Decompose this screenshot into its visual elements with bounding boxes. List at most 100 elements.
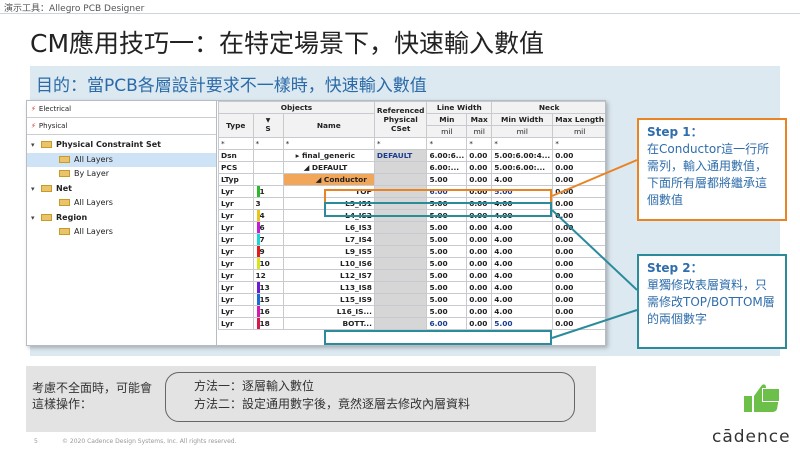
cell-lw-max[interactable]: 0.00 bbox=[466, 173, 493, 186]
grid-row[interactable]: Lyr 10 L10_IS6 5.00 0.00 4.00 0.00 bbox=[218, 257, 605, 270]
grid-row[interactable]: Lyr 6 L6_IS3 5.00 0.00 4.00 0.00 bbox=[218, 221, 605, 234]
cell-neck-max[interactable]: 0.00 bbox=[552, 173, 605, 186]
cell-lw-min[interactable]: 5.00 bbox=[426, 257, 468, 270]
grid-row[interactable]: Lyr 15 L15_IS9 5.00 0.00 4.00 0.00 bbox=[218, 293, 605, 306]
col-header-name[interactable]: Name bbox=[282, 113, 375, 138]
tree-item[interactable]: ▾ Net bbox=[27, 182, 216, 197]
cell-lw-min[interactable]: 5.00 bbox=[426, 305, 468, 318]
cell-neck-min[interactable]: 4.00 bbox=[491, 305, 554, 318]
col-header-lw-min[interactable]: Min bbox=[426, 113, 468, 126]
cell-lw-min[interactable]: 6.00 bbox=[426, 185, 468, 198]
cell-neck-min[interactable]: 5.00:6.00:... bbox=[491, 161, 554, 174]
filter-cell[interactable]: * bbox=[466, 137, 493, 150]
cell-lw-max[interactable]: 0.00 bbox=[466, 245, 493, 258]
tree-expander-icon[interactable]: ▸ bbox=[286, 151, 302, 160]
cell-neck-max[interactable]: 0.00 bbox=[552, 305, 605, 318]
cell-lw-max[interactable]: 0.00 bbox=[466, 293, 493, 306]
filter-row[interactable]: * * * * * * * * bbox=[218, 137, 605, 150]
cell-neck-min[interactable]: 5.00 bbox=[491, 317, 554, 330]
cell-lw-max[interactable]: 0.00 bbox=[466, 269, 493, 282]
filter-cell[interactable]: * bbox=[426, 137, 468, 150]
tab-electrical[interactable]: ⚡ Electrical bbox=[27, 101, 216, 118]
expand-icon[interactable]: ▾ bbox=[31, 138, 41, 152]
cell-neck-max[interactable]: 0.00 bbox=[552, 185, 605, 198]
cell-neck-max[interactable]: 0.00 bbox=[552, 317, 605, 330]
filter-cell[interactable]: * bbox=[218, 137, 254, 150]
cell-neck-min[interactable]: 4.00 bbox=[491, 269, 554, 282]
cell-lw-min[interactable]: 6.00:6... bbox=[426, 149, 468, 162]
cell-lw-min[interactable]: 5.00 bbox=[426, 281, 468, 294]
tab-physical[interactable]: ⚡ Physical bbox=[27, 118, 216, 135]
grid-row[interactable]: Lyr 18 BOTT... 6.00 0.00 5.00 0.00 bbox=[218, 317, 605, 330]
cell-lw-max[interactable]: 0.00 bbox=[466, 305, 493, 318]
cell-lw-max[interactable]: 0.00 bbox=[466, 197, 493, 210]
cell-neck-min[interactable]: 4.00 bbox=[491, 221, 554, 234]
cell-lw-max[interactable]: 0.00 bbox=[466, 317, 493, 330]
cell-neck-min[interactable]: 4.00 bbox=[491, 257, 554, 270]
col-header-neck-min[interactable]: Min Width bbox=[491, 113, 554, 126]
cell-lw-max[interactable]: 0.00 bbox=[466, 185, 493, 198]
cell-lw-max[interactable]: 0.00 bbox=[466, 149, 493, 162]
cell-lw-min[interactable]: 5.00 bbox=[426, 221, 468, 234]
grid-row[interactable]: Lyr 12 L12_IS7 5.00 0.00 4.00 0.00 bbox=[218, 269, 605, 282]
cell-lw-min[interactable]: 5.00 bbox=[426, 209, 468, 222]
filter-cell[interactable]: * bbox=[373, 137, 428, 150]
grid-row[interactable]: PCS ◢ DEFAULT 6.00:... 0.00 5.00:6.00:... 0.0… bbox=[218, 161, 605, 174]
tree-expander-icon[interactable]: ◢ bbox=[286, 175, 324, 184]
cell-neck-max[interactable]: 0.00 bbox=[552, 209, 605, 222]
cell-neck-max[interactable]: 0.00 bbox=[552, 149, 605, 162]
tree-item[interactable]: All Layers bbox=[27, 225, 216, 240]
grid-row[interactable]: Lyr 1 TOP 6.00 0.00 5.00 0.00 bbox=[218, 185, 605, 198]
cell-lw-min[interactable]: 5.00 bbox=[426, 269, 468, 282]
cell-neck-max[interactable]: 0.00 bbox=[552, 233, 605, 246]
cell-lw-min[interactable]: 5.00 bbox=[426, 233, 468, 246]
cell-neck-max[interactable]: 0.00 bbox=[552, 197, 605, 210]
cell-neck-max[interactable]: 0.00 bbox=[552, 257, 605, 270]
cell-lw-min[interactable]: 6.00 bbox=[426, 317, 468, 330]
filter-cell[interactable]: * bbox=[252, 137, 284, 150]
grid-row[interactable]: Lyr 16 L16_IS... 5.00 0.00 4.00 0.00 bbox=[218, 305, 605, 318]
tree-item[interactable]: ▾ Physical Constraint Set bbox=[27, 138, 216, 153]
cell-neck-min[interactable]: 4.00 bbox=[491, 173, 554, 186]
cell-neck-max[interactable]: 0.00 bbox=[552, 281, 605, 294]
cell-neck-min[interactable]: 4.00 bbox=[491, 233, 554, 246]
tree-item[interactable]: By Layer bbox=[27, 167, 216, 182]
cell-lw-max[interactable]: 0.00 bbox=[466, 257, 493, 270]
expand-icon[interactable]: ▾ bbox=[31, 182, 41, 196]
filter-cell[interactable]: * bbox=[552, 137, 605, 150]
grid-row[interactable]: Lyr 3 L3_IS1 5.00 0.00 4.00 0.00 bbox=[218, 197, 605, 210]
cell-lw-min[interactable]: 5.00 bbox=[426, 245, 468, 258]
tree-item[interactable]: ▾ Region bbox=[27, 211, 216, 226]
cell-neck-min[interactable]: 4.00 bbox=[491, 245, 554, 258]
tree-item[interactable]: All Layers bbox=[27, 152, 216, 167]
cell-neck-min[interactable]: 4.00 bbox=[491, 209, 554, 222]
cell-neck-min[interactable]: 4.00 bbox=[491, 293, 554, 306]
cell-lw-max[interactable]: 0.00 bbox=[466, 161, 493, 174]
cell-neck-max[interactable]: 0.00 bbox=[552, 245, 605, 258]
filter-cell[interactable]: * bbox=[282, 137, 375, 150]
grid-row[interactable]: Lyr 4 L4_IS2 5.00 0.00 4.00 0.00 bbox=[218, 209, 605, 222]
cell-neck-max[interactable]: 0.00 bbox=[552, 269, 605, 282]
cell-lw-min[interactable]: 5.00 bbox=[426, 173, 468, 186]
tree-expander-icon[interactable]: ◢ bbox=[286, 163, 312, 172]
cell-neck-min[interactable]: 4.00 bbox=[491, 281, 554, 294]
expand-icon[interactable]: ▾ bbox=[31, 211, 41, 225]
cell-neck-min[interactable]: 5.00 bbox=[491, 185, 554, 198]
cell-lw-max[interactable]: 0.00 bbox=[466, 221, 493, 234]
tree-item[interactable]: All Layers bbox=[27, 196, 216, 211]
grid-row[interactable]: LTyp ◢ Conductor 5.00 0.00 4.00 0.00 bbox=[218, 173, 605, 186]
col-header-type[interactable]: Type bbox=[218, 113, 254, 138]
filter-cell[interactable]: * bbox=[491, 137, 554, 150]
cell-neck-max[interactable]: 0.00 bbox=[552, 293, 605, 306]
cell-lw-max[interactable]: 0.00 bbox=[466, 209, 493, 222]
cell-lw-min[interactable]: 6.00:... bbox=[426, 161, 468, 174]
grid-row[interactable]: Dsn ▸ final_generic DEFAULT 6.00:6... 0.00 5.… bbox=[218, 149, 605, 162]
cell-lw-max[interactable]: 0.00 bbox=[466, 281, 493, 294]
col-header-lw-max[interactable]: Max bbox=[466, 113, 493, 126]
cell-lw-max[interactable]: 0.00 bbox=[466, 233, 493, 246]
col-header-s[interactable]: ▼ S bbox=[252, 113, 284, 138]
grid-row[interactable]: Lyr 7 L7_IS4 5.00 0.00 4.00 0.00 bbox=[218, 233, 605, 246]
cell-neck-min[interactable]: 5.00:6.00:4... bbox=[491, 149, 554, 162]
grid-row[interactable]: Lyr 13 L13_IS8 5.00 0.00 4.00 0.00 bbox=[218, 281, 605, 294]
cell-lw-min[interactable]: 5.00 bbox=[426, 293, 468, 306]
